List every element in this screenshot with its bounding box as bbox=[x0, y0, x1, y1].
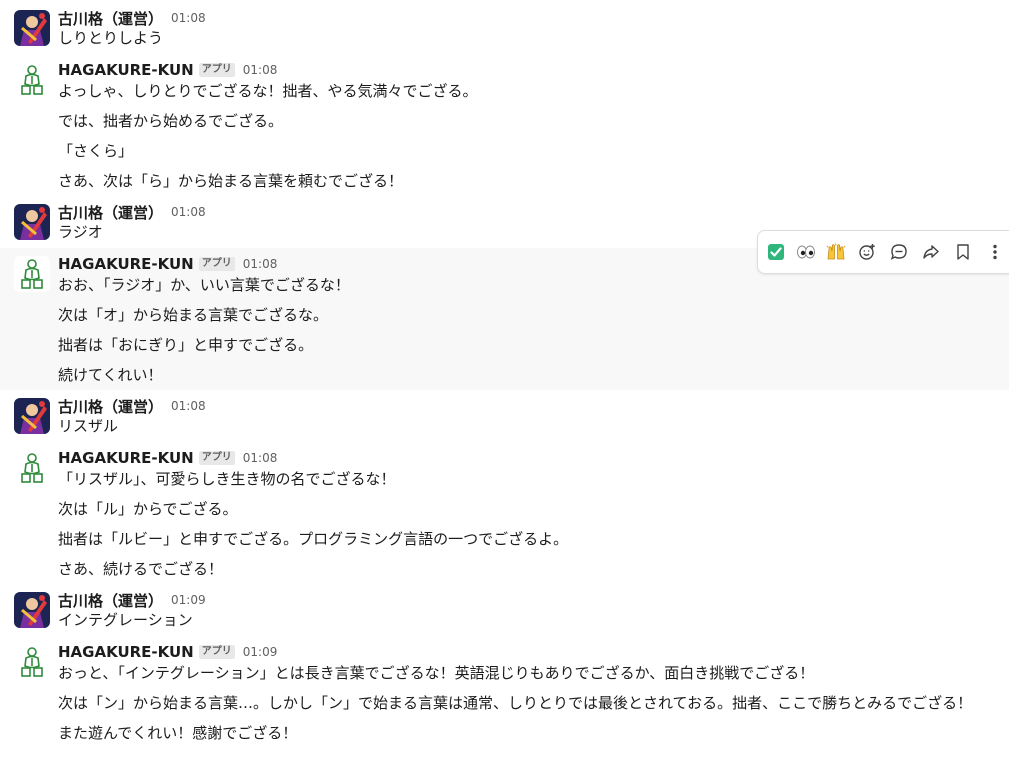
app-badge: アプリ bbox=[198, 645, 235, 659]
eyes-emoji-icon[interactable] bbox=[794, 240, 818, 264]
sender-name[interactable]: HAGAKURE-KUN bbox=[58, 449, 194, 467]
timestamp[interactable]: 01:08 bbox=[243, 451, 278, 465]
message[interactable]: 古川格（運営） 01:09 インテグレーション bbox=[0, 586, 1009, 636]
message[interactable]: HAGAKURE-KUN アプリ 01:09 おっと、「インテグレーション」とは… bbox=[0, 636, 1009, 759]
message[interactable]: 古川格（運営） 01:08 しりとりしよう bbox=[0, 0, 1009, 58]
message[interactable]: HAGAKURE-KUN アプリ 01:08 「リスザル」、可愛らしき生き物の名… bbox=[0, 442, 1009, 586]
message-text: インテグレーション bbox=[58, 611, 193, 629]
message-text: 拙者は「ルビー」と申すでござる。プログラミング言語の一つでござるよ。 bbox=[58, 530, 569, 548]
reply-thread-icon[interactable] bbox=[887, 240, 911, 264]
message-text: 次は「ン」から始まる言葉…。しかし「ン」で始まる言葉は通常、しりとりでは最後とさ… bbox=[58, 694, 973, 712]
message-text: 「さくら」 bbox=[58, 142, 134, 160]
app-badge: アプリ bbox=[198, 451, 235, 465]
message-text: おっと、「インテグレーション」とは長き言葉でござるな！英語混じりもありでござるか… bbox=[58, 664, 815, 682]
message-text: 次は「ル」からでござる。 bbox=[58, 500, 238, 518]
message-text: また遊んでくれい！感謝でござる！ bbox=[58, 724, 298, 742]
message-text: では、拙者から始めるでござる。 bbox=[58, 112, 284, 130]
sender-name[interactable]: 古川格（運営） bbox=[58, 202, 163, 223]
sender-name[interactable]: 古川格（運営） bbox=[58, 396, 163, 417]
message-text: さあ、次は「ら」から始まる言葉を頼むでござる！ bbox=[58, 172, 404, 190]
timestamp[interactable]: 01:08 bbox=[171, 399, 206, 413]
message-text: よっしゃ、しりとりでござるな！拙者、やる気満々でござる。 bbox=[58, 82, 478, 100]
message-text: おお、「ラジオ」か、いい言葉でござるな！ bbox=[58, 276, 350, 294]
check-mark-emoji-icon[interactable] bbox=[764, 240, 788, 264]
message-text: リスザル bbox=[58, 417, 119, 435]
app-badge: アプリ bbox=[198, 257, 235, 271]
message-text: さあ、続けるでござる！ bbox=[58, 560, 224, 578]
avatar[interactable] bbox=[14, 450, 50, 486]
timestamp[interactable]: 01:08 bbox=[243, 257, 278, 271]
avatar[interactable] bbox=[14, 204, 50, 240]
message-text: ラジオ bbox=[58, 223, 103, 241]
message[interactable]: 古川格（運営） 01:08 リスザル bbox=[0, 392, 1009, 442]
avatar[interactable] bbox=[14, 644, 50, 680]
avatar[interactable] bbox=[14, 10, 50, 46]
sender-name[interactable]: 古川格（運営） bbox=[58, 8, 163, 29]
timestamp[interactable]: 01:09 bbox=[171, 593, 206, 607]
add-reaction-icon[interactable] bbox=[855, 240, 879, 264]
avatar[interactable] bbox=[14, 256, 50, 292]
sender-name[interactable]: HAGAKURE-KUN bbox=[58, 643, 194, 661]
avatar[interactable] bbox=[14, 592, 50, 628]
message-text: 拙者は「おにぎり」と申すでござる。 bbox=[58, 336, 314, 354]
message-text: しりとりしよう bbox=[58, 29, 164, 47]
sender-name[interactable]: HAGAKURE-KUN bbox=[58, 255, 194, 273]
timestamp[interactable]: 01:08 bbox=[171, 205, 206, 219]
bookmark-icon[interactable] bbox=[951, 240, 975, 264]
message-text: 続けてくれい！ bbox=[58, 366, 163, 384]
forward-icon[interactable] bbox=[919, 240, 943, 264]
message-text: 次は「オ」から始まる言葉でござるな。 bbox=[58, 306, 329, 324]
message-actions-toolbar bbox=[757, 230, 1009, 274]
timestamp[interactable]: 01:08 bbox=[171, 11, 206, 25]
app-badge: アプリ bbox=[198, 63, 235, 77]
message[interactable]: HAGAKURE-KUN アプリ 01:08 よっしゃ、しりとりでござるな！拙者… bbox=[0, 58, 1009, 198]
timestamp[interactable]: 01:08 bbox=[243, 63, 278, 77]
message-text: 「リスザル」、可愛らしき生き物の名でござるな！ bbox=[58, 470, 396, 488]
sender-name[interactable]: 古川格（運営） bbox=[58, 590, 163, 611]
avatar[interactable] bbox=[14, 398, 50, 434]
raised-hands-emoji-icon[interactable] bbox=[824, 240, 848, 264]
more-actions-icon[interactable] bbox=[983, 240, 1007, 264]
sender-name[interactable]: HAGAKURE-KUN bbox=[58, 61, 194, 79]
avatar[interactable] bbox=[14, 62, 50, 98]
timestamp[interactable]: 01:09 bbox=[243, 645, 278, 659]
